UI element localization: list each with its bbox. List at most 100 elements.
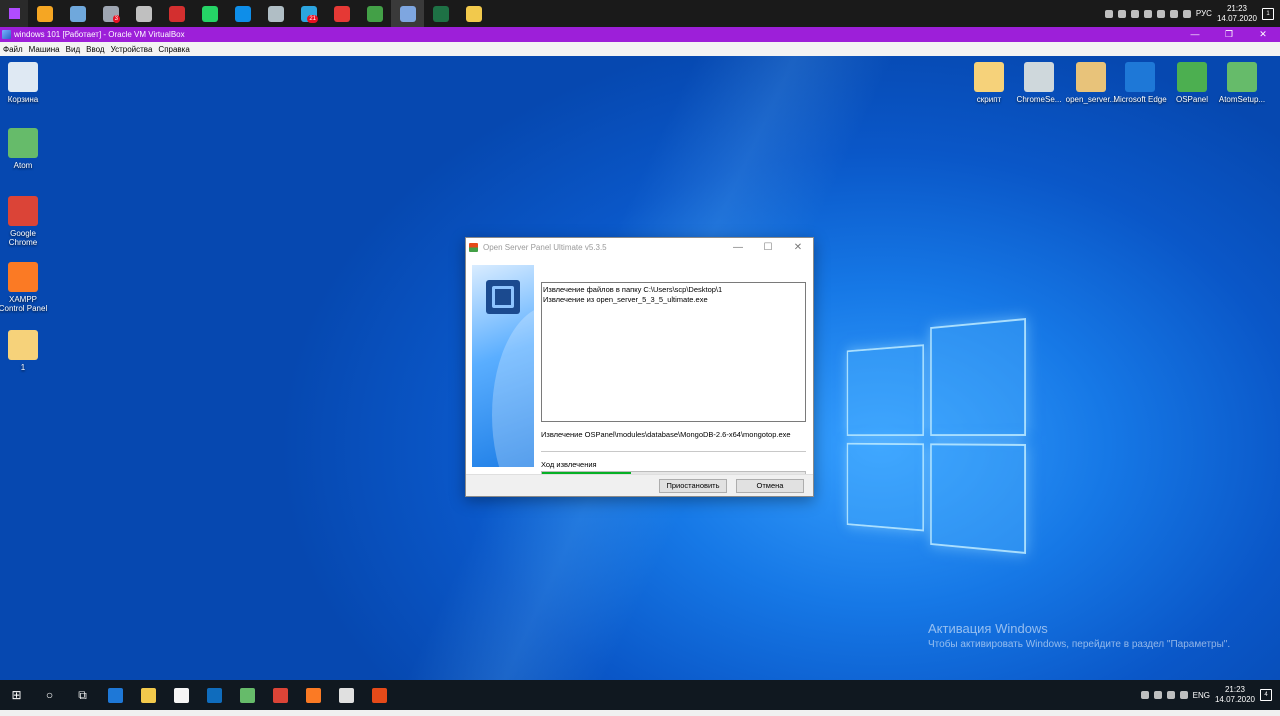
guest-taskbar-app[interactable] bbox=[231, 680, 264, 710]
flag-icon[interactable] bbox=[1117, 9, 1126, 18]
menu-view[interactable]: Вид bbox=[63, 45, 83, 54]
volume-icon[interactable] bbox=[1166, 691, 1175, 699]
desktop-icon[interactable]: open_server... bbox=[1064, 62, 1118, 104]
desktop-icon[interactable]: XAMPP Control Panel bbox=[0, 262, 50, 313]
host-taskbar-app[interactable]: 3 bbox=[94, 0, 127, 27]
menu-input[interactable]: Ввод bbox=[83, 45, 107, 54]
start-button[interactable]: ⊞ bbox=[0, 680, 33, 710]
dialog-minimize-button[interactable]: — bbox=[723, 242, 753, 253]
store-icon bbox=[174, 687, 189, 703]
network-icon[interactable] bbox=[1169, 9, 1178, 18]
desktop-icon[interactable]: Корзина bbox=[0, 62, 50, 104]
notepad-icon bbox=[267, 5, 284, 22]
host-taskbar-app[interactable] bbox=[160, 0, 193, 27]
activation-subtitle: Чтобы активировать Windows, перейдите в … bbox=[928, 639, 1231, 650]
guest-taskbar-app[interactable] bbox=[99, 680, 132, 710]
desktop-icon[interactable]: скрипт bbox=[962, 62, 1016, 104]
divider bbox=[541, 451, 806, 452]
guest-notification-button[interactable]: 4 bbox=[1260, 689, 1272, 701]
host-taskbar-app[interactable] bbox=[193, 0, 226, 27]
volume-icon[interactable] bbox=[1182, 9, 1191, 18]
desktop-icon-label: Atom bbox=[13, 161, 33, 170]
host-app-list: 3 21 bbox=[28, 0, 490, 27]
desktop-icon-label: AtomSetup... bbox=[1218, 95, 1266, 104]
globe-icon[interactable] bbox=[1104, 9, 1113, 18]
host-taskbar-app[interactable]: 21 bbox=[292, 0, 325, 27]
dialog-maximize-button: ☐ bbox=[763, 241, 773, 253]
virtualbox-title: windows 101 [Работает] - Oracle VM Virtu… bbox=[14, 30, 185, 39]
host-taskbar-app[interactable] bbox=[325, 0, 358, 27]
host-clock[interactable]: 21:23 14.07.2020 bbox=[1217, 4, 1257, 24]
guest-taskbar-app[interactable] bbox=[363, 680, 396, 710]
guest-clock[interactable]: 21:23 14.07.2020 bbox=[1215, 685, 1255, 705]
desktop-icon[interactable]: ChromeSe... bbox=[1012, 62, 1066, 104]
guest-language-indicator[interactable]: ENG bbox=[1193, 691, 1210, 700]
unread-badge: 21 bbox=[307, 15, 318, 23]
network-icon[interactable] bbox=[1153, 691, 1162, 699]
teamviewer-icon bbox=[234, 5, 251, 22]
filezilla-icon bbox=[168, 5, 185, 22]
log-line: Извлечение файлов в папку C:\Users\scp\D… bbox=[543, 285, 723, 294]
cancel-button[interactable]: Отмена bbox=[736, 479, 804, 493]
bluetooth-icon[interactable] bbox=[1156, 9, 1165, 18]
host-taskbar-app[interactable] bbox=[61, 0, 94, 27]
desktop-icon-label: open_server... bbox=[1065, 95, 1117, 104]
search-button[interactable]: ○ bbox=[33, 680, 66, 710]
shield-icon[interactable] bbox=[1130, 9, 1139, 18]
menu-devices[interactable]: Устройства bbox=[108, 45, 156, 54]
host-taskbar: 3 21 РУС 21:23 14.07.2020 1 bbox=[0, 0, 1280, 27]
guest-taskbar-app[interactable] bbox=[330, 680, 363, 710]
extraction-log[interactable]: Извлечение файлов в папку C:\Users\scp\D… bbox=[541, 282, 806, 422]
host-taskbar-app[interactable] bbox=[259, 0, 292, 27]
host-taskbar-app[interactable] bbox=[127, 0, 160, 27]
menu-machine[interactable]: Машина bbox=[26, 45, 63, 54]
desktop-icon[interactable]: OSPanel bbox=[1165, 62, 1219, 104]
virtualbox-icon bbox=[2, 30, 11, 39]
guest-taskbar-app[interactable] bbox=[297, 680, 330, 710]
folder-icon bbox=[8, 330, 38, 360]
host-date: 14.07.2020 bbox=[1216, 13, 1257, 23]
fire-app-icon bbox=[36, 5, 53, 22]
minimize-button[interactable]: — bbox=[1178, 27, 1212, 42]
archive-icon bbox=[1076, 62, 1106, 92]
maximize-button[interactable]: ❐ bbox=[1212, 27, 1246, 42]
host-start-button[interactable] bbox=[0, 0, 28, 27]
usb-icon[interactable] bbox=[1143, 9, 1152, 18]
edge-icon bbox=[108, 687, 123, 703]
guest-taskbar-app[interactable] bbox=[132, 680, 165, 710]
host-taskbar-app[interactable] bbox=[28, 0, 61, 27]
desktop-icon-label: Корзина bbox=[7, 95, 39, 104]
close-button[interactable]: ✕ bbox=[1246, 27, 1280, 42]
ospanel-tray-icon[interactable] bbox=[1140, 691, 1149, 699]
dialog-title-bar[interactable]: Open Server Panel Ultimate v5.3.5 — ☐ ✕ bbox=[466, 238, 813, 256]
guest-taskbar-app[interactable] bbox=[165, 680, 198, 710]
menu-file[interactable]: Файл bbox=[0, 45, 26, 54]
guest-app-list bbox=[99, 680, 396, 710]
keyboard-icon[interactable] bbox=[1179, 691, 1188, 699]
host-taskbar-app[interactable] bbox=[358, 0, 391, 27]
host-system-tray: РУС 21:23 14.07.2020 1 bbox=[1104, 0, 1280, 27]
host-taskbar-app[interactable] bbox=[226, 0, 259, 27]
host-language-indicator[interactable]: РУС bbox=[1196, 9, 1212, 18]
guest-taskbar-app[interactable] bbox=[264, 680, 297, 710]
host-notification-button[interactable]: 1 bbox=[1262, 7, 1274, 20]
mail-icon bbox=[207, 687, 222, 703]
task-view-button[interactable]: ⧉ bbox=[66, 680, 99, 710]
menu-help[interactable]: Справка bbox=[155, 45, 192, 54]
desktop-icon[interactable]: 1 bbox=[0, 330, 50, 372]
desktop-icon[interactable]: Atom bbox=[0, 128, 50, 170]
host-taskbar-app[interactable] bbox=[457, 0, 490, 27]
desktop-icon[interactable]: AtomSetup... bbox=[1215, 62, 1269, 104]
dialog-close-button[interactable]: ✕ bbox=[783, 242, 813, 253]
host-status-strip bbox=[0, 710, 1280, 716]
dialog-banner bbox=[472, 265, 534, 467]
host-taskbar-app[interactable] bbox=[391, 0, 424, 27]
host-taskbar-app[interactable] bbox=[424, 0, 457, 27]
xampp-icon bbox=[8, 262, 38, 292]
pause-button[interactable]: Приостановить bbox=[659, 479, 727, 493]
desktop-icon[interactable]: Microsoft Edge bbox=[1113, 62, 1167, 104]
folder-icon bbox=[974, 62, 1004, 92]
guest-taskbar-app[interactable] bbox=[198, 680, 231, 710]
file-explorer-icon bbox=[141, 687, 156, 703]
desktop-icon[interactable]: Google Chrome bbox=[0, 196, 50, 247]
